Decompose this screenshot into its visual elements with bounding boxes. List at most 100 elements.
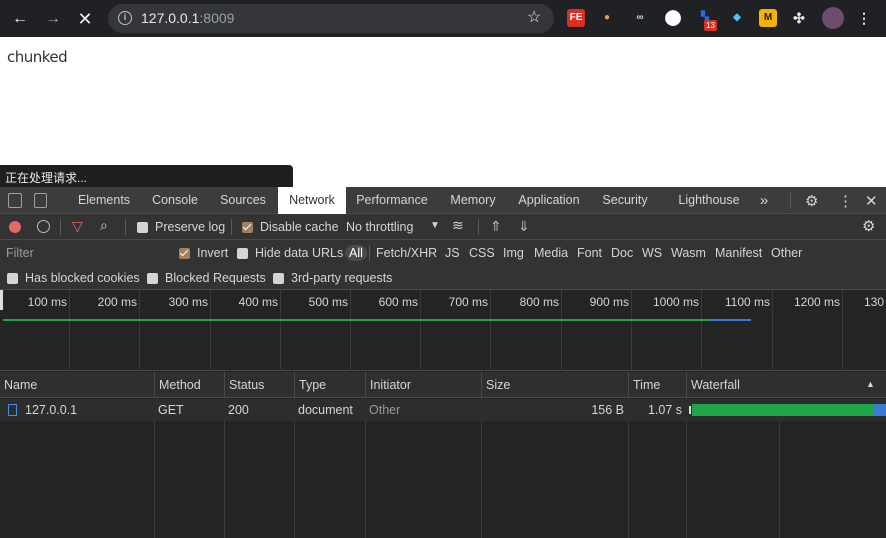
third-party-checkbox[interactable] bbox=[273, 273, 284, 284]
filter-input[interactable]: Filter bbox=[6, 246, 34, 260]
timeline-start-handle[interactable] bbox=[0, 290, 3, 310]
blocked-cookies-checkbox[interactable] bbox=[7, 273, 18, 284]
site-info-icon[interactable]: i bbox=[118, 11, 132, 25]
column-name[interactable]: Name bbox=[0, 372, 154, 398]
inspect-element-icon[interactable] bbox=[8, 193, 22, 208]
column-divider bbox=[224, 421, 225, 538]
back-arrow-icon[interactable]: ← bbox=[9, 8, 31, 30]
glasses-icon[interactable]: ∞ bbox=[631, 9, 649, 27]
avatar[interactable] bbox=[822, 7, 844, 29]
record-icon[interactable] bbox=[9, 221, 21, 233]
row-name[interactable]: 127.0.0.1 bbox=[21, 399, 77, 421]
address-bar[interactable]: i 127.0.0.1:8009 bbox=[108, 4, 554, 33]
disable-cache-label: Disable cache bbox=[260, 220, 339, 234]
column-divider bbox=[365, 421, 366, 538]
tab-security[interactable]: Security bbox=[594, 187, 656, 214]
invert-checkbox[interactable] bbox=[179, 248, 190, 259]
more-options-icon[interactable]: ⋮ bbox=[838, 192, 853, 210]
tab-lighthouse[interactable]: Lighthouse bbox=[672, 187, 746, 214]
timeline-tick bbox=[631, 290, 632, 371]
more-tabs-button[interactable]: » bbox=[754, 187, 774, 214]
timeline-label: 1100 ms bbox=[724, 295, 770, 309]
column-divider bbox=[628, 421, 629, 538]
devtools-panel: Elements Console Sources Network Perform… bbox=[0, 187, 886, 538]
filter-type-fetch-xhr[interactable]: Fetch/XHR bbox=[376, 246, 437, 260]
chevron-down-icon[interactable]: ▼ bbox=[430, 220, 440, 231]
disable-cache-checkbox[interactable] bbox=[242, 222, 253, 233]
circle-extension-icon[interactable]: ⬤ bbox=[664, 9, 682, 27]
column-waterfall[interactable]: Waterfall bbox=[686, 372, 886, 398]
clear-icon[interactable] bbox=[37, 220, 50, 233]
divider bbox=[125, 219, 126, 235]
preserve-log-checkbox[interactable] bbox=[137, 222, 148, 233]
preserve-log-label: Preserve log bbox=[155, 220, 226, 234]
filter-funnel-icon[interactable]: ▽ bbox=[72, 218, 83, 235]
tab-performance[interactable]: Performance bbox=[349, 187, 435, 214]
menu-dots-icon[interactable]: ⋮ bbox=[855, 9, 873, 27]
timeline-tick bbox=[280, 290, 281, 371]
network-settings-gear-icon[interactable]: ⚙ bbox=[862, 217, 875, 235]
forward-arrow-icon[interactable]: → bbox=[42, 8, 64, 30]
requests-table-header: Name Method Status Type Initiator Size T… bbox=[0, 372, 886, 398]
tab-elements[interactable]: Elements bbox=[69, 187, 139, 214]
close-devtools-icon[interactable]: ✕ bbox=[865, 192, 878, 210]
filter-type-doc[interactable]: Doc bbox=[611, 246, 633, 260]
filter-type-img[interactable]: Img bbox=[503, 246, 524, 260]
stop-loading-icon[interactable]: ✕ bbox=[74, 8, 96, 30]
column-size[interactable]: Size bbox=[481, 372, 628, 398]
import-har-icon[interactable]: ⇑ bbox=[490, 218, 502, 235]
device-toggle-icon[interactable] bbox=[34, 193, 47, 208]
extension-badge: 13 bbox=[704, 20, 717, 31]
column-status[interactable]: Status bbox=[224, 372, 294, 398]
column-initiator[interactable]: Initiator bbox=[365, 372, 481, 398]
filter-type-other[interactable]: Other bbox=[771, 246, 802, 260]
column-divider bbox=[686, 421, 687, 538]
tab-application[interactable]: Application bbox=[512, 187, 586, 214]
m-extension-icon[interactable]: M bbox=[759, 9, 777, 27]
tab-sources[interactable]: Sources bbox=[212, 187, 274, 214]
timeline-label: 800 ms bbox=[519, 295, 559, 309]
column-time[interactable]: Time bbox=[628, 372, 686, 398]
filter-type-media[interactable]: Media bbox=[534, 246, 568, 260]
timeline-label: 200 ms bbox=[97, 295, 137, 309]
devtools-tabbar: Elements Console Sources Network Perform… bbox=[0, 187, 886, 214]
row-time: 1.07 s bbox=[647, 403, 682, 417]
url-text[interactable]: 127.0.0.1:8009 bbox=[141, 10, 234, 26]
timeline-tick bbox=[772, 290, 773, 371]
waterfall-download-bar bbox=[874, 404, 886, 416]
settings-gear-icon[interactable]: ⚙ bbox=[805, 192, 818, 210]
bookmark-star-icon[interactable]: ☆ bbox=[527, 7, 541, 27]
tab-network[interactable]: Network bbox=[278, 187, 346, 214]
tab-memory[interactable]: Memory bbox=[440, 187, 506, 214]
hide-data-urls-checkbox[interactable] bbox=[237, 248, 248, 259]
filter-type-wasm[interactable]: Wasm bbox=[671, 246, 706, 260]
throttling-select[interactable]: No throttling bbox=[346, 220, 413, 234]
export-har-icon[interactable]: ⇓ bbox=[518, 218, 530, 235]
filter-type-manifest[interactable]: Manifest bbox=[715, 246, 762, 260]
blocked-requests-checkbox[interactable] bbox=[147, 273, 158, 284]
filter-type-all[interactable]: All bbox=[345, 245, 367, 261]
sort-up-icon[interactable]: ▲ bbox=[866, 379, 875, 389]
filter-type-js[interactable]: JS bbox=[445, 246, 460, 260]
overview-timeline[interactable]: 100 ms 200 ms 300 ms 400 ms 500 ms 600 m… bbox=[0, 290, 886, 371]
column-type[interactable]: Type bbox=[294, 372, 365, 398]
browser-toolbar: ← → ✕ i 127.0.0.1:8009 ☆ FE ● ∞ ⬤ ▚ 13 ◆… bbox=[0, 0, 886, 37]
filter-type-font[interactable]: Font bbox=[577, 246, 602, 260]
puzzle-icon[interactable]: ✣ bbox=[790, 9, 808, 27]
row-method: GET bbox=[158, 403, 184, 417]
column-divider bbox=[481, 421, 482, 538]
gem-icon[interactable]: ◆ bbox=[728, 9, 746, 27]
filter-type-css[interactable]: CSS bbox=[469, 246, 495, 260]
filter-bar: Filter Invert Hide data URLs All Fetch/X… bbox=[0, 240, 886, 266]
cookie-icon[interactable]: ● bbox=[598, 9, 616, 27]
column-method[interactable]: Method bbox=[154, 372, 224, 398]
divider bbox=[790, 193, 791, 209]
search-icon[interactable]: ⌕ bbox=[100, 217, 108, 234]
network-conditions-icon[interactable]: ≋ bbox=[452, 217, 464, 234]
filter-type-ws[interactable]: WS bbox=[642, 246, 662, 260]
row-status: 200 bbox=[228, 403, 249, 417]
tab-console[interactable]: Console bbox=[140, 187, 210, 214]
status-bubble: 正在处理请求... bbox=[0, 165, 293, 187]
timeline-waiting-bar bbox=[3, 319, 709, 321]
fe-helper-icon[interactable]: FE bbox=[567, 9, 585, 27]
